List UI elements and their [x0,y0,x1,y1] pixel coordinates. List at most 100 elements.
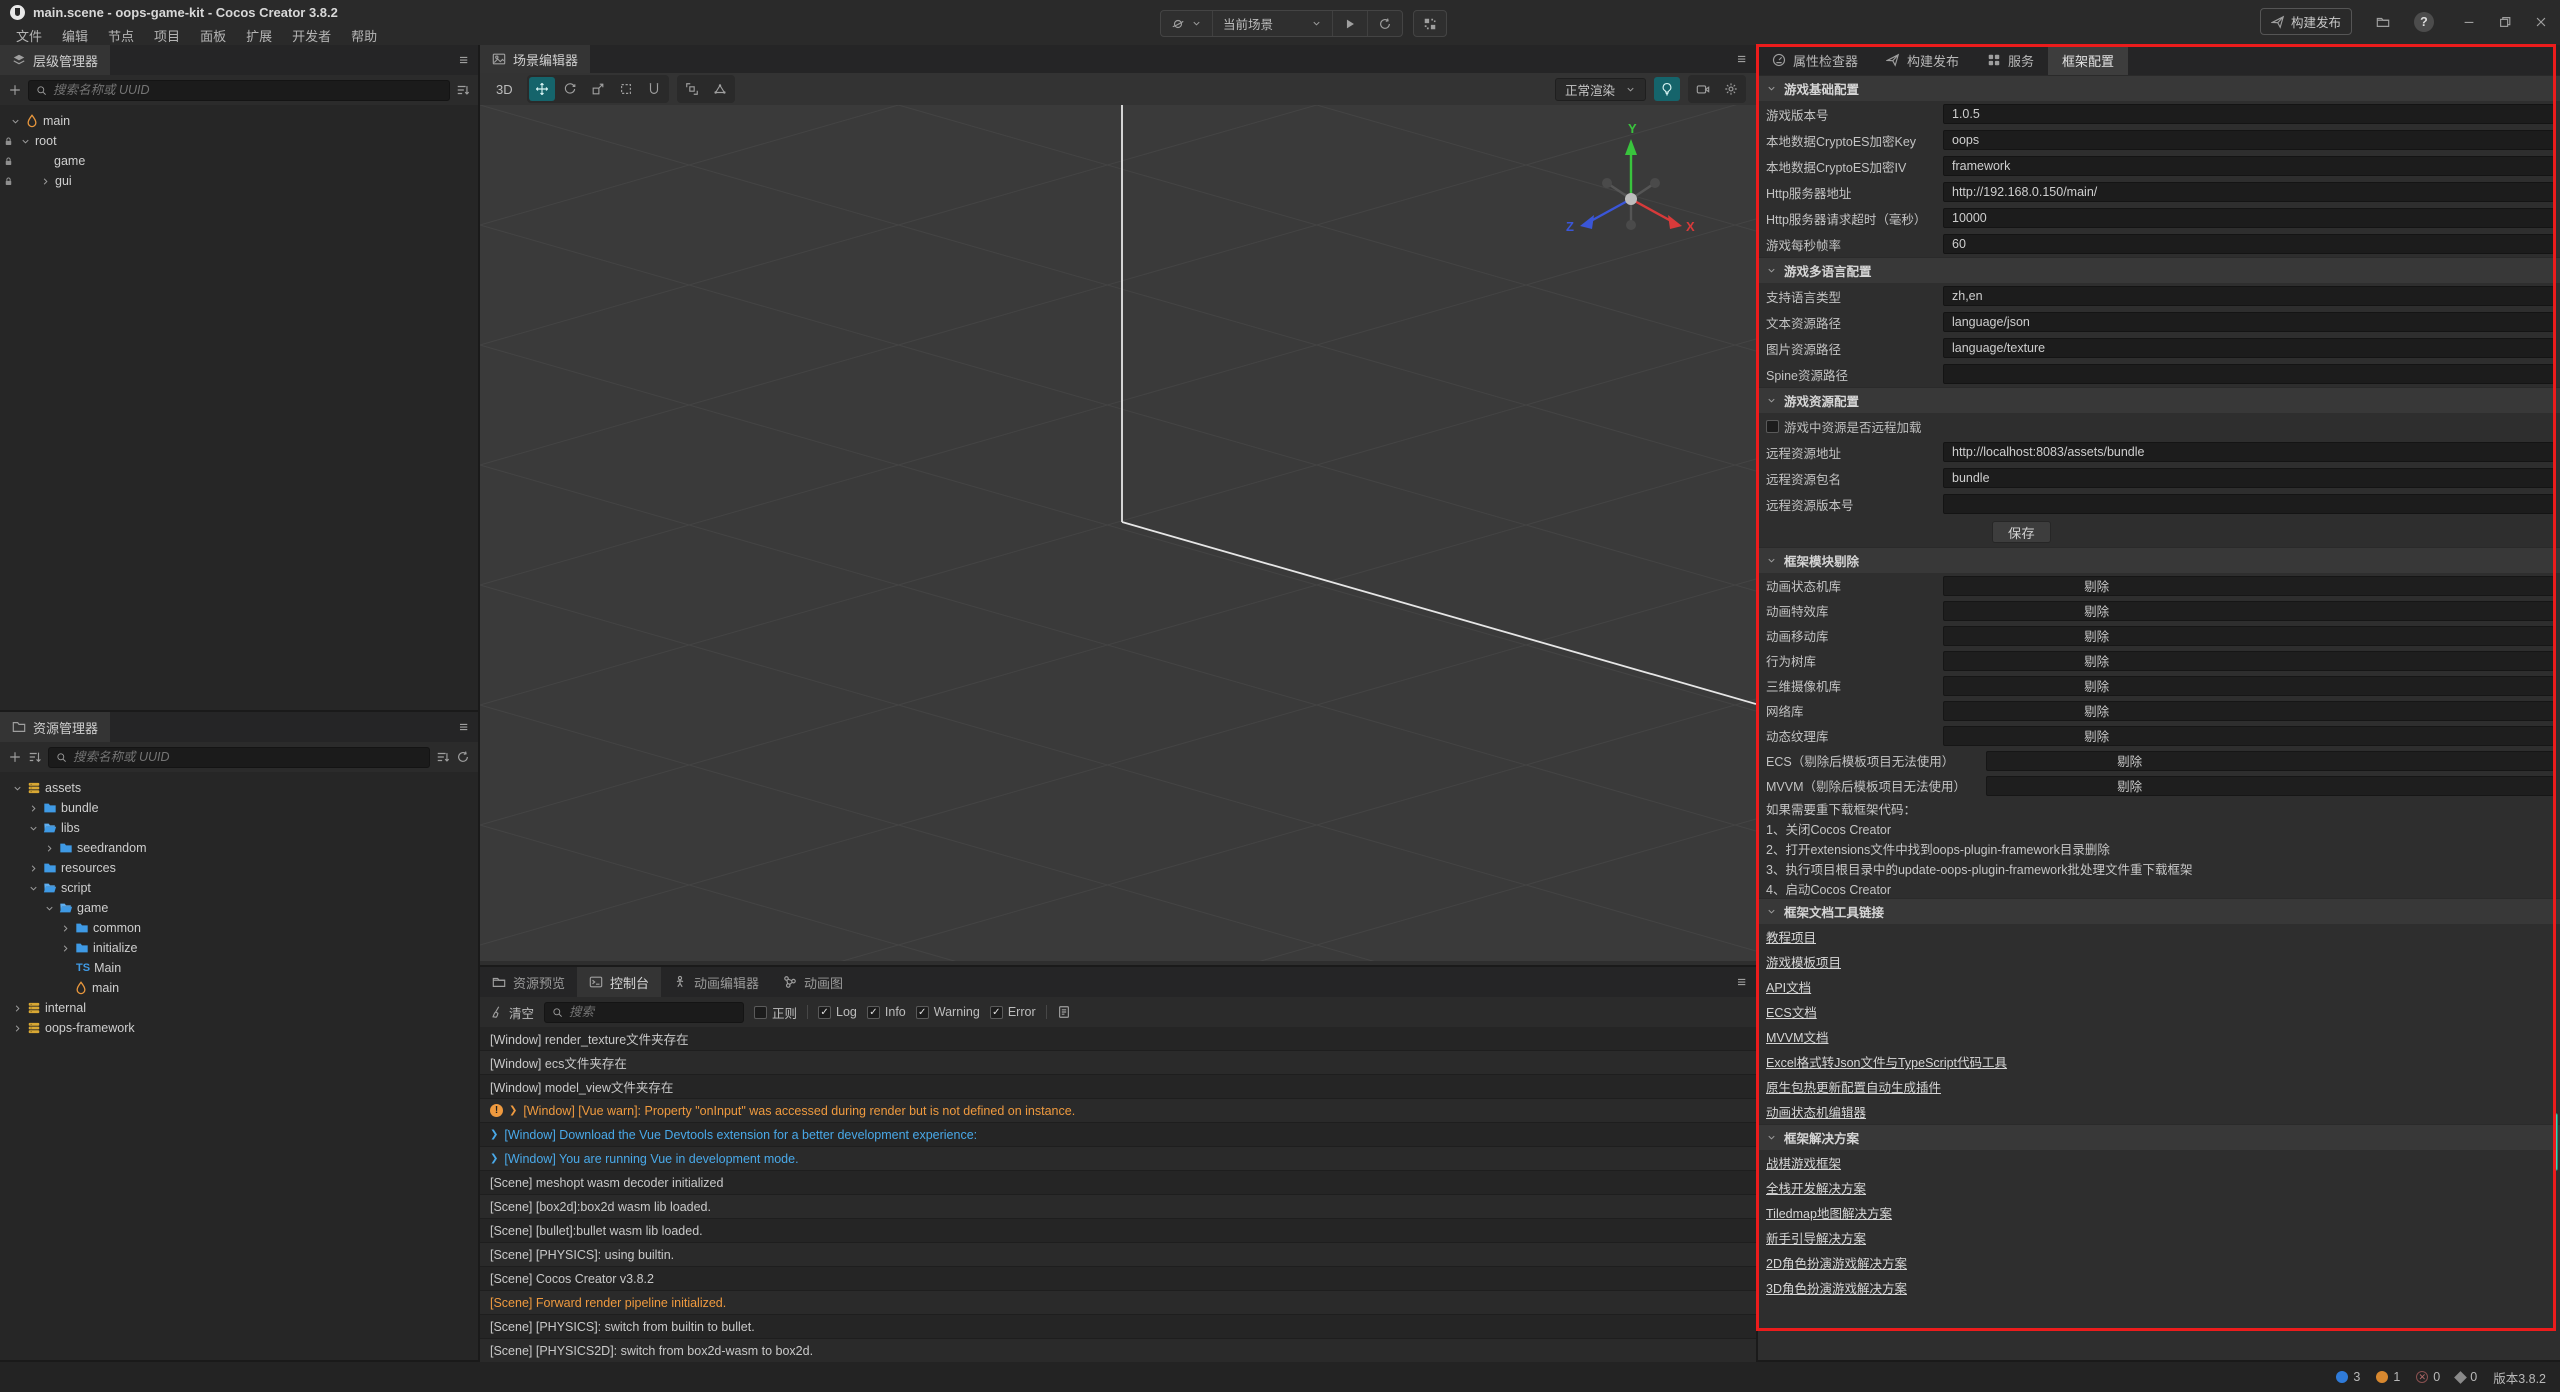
section-i18n-config[interactable]: 游戏多语言配置 [1758,257,2560,283]
tab-build-publish[interactable]: 构建发布 [1872,45,1973,75]
spine-res-path-input[interactable] [1943,364,2554,384]
assets-tab[interactable]: 资源管理器 [0,712,110,742]
asset-node-script[interactable]: script [0,878,478,898]
assets-searchbox[interactable] [48,747,430,768]
menu-edit[interactable]: 编辑 [52,24,98,47]
asset-node-main-scene[interactable]: main [0,978,478,998]
scene-viewport[interactable]: Y X Z [480,105,1756,961]
link-mvvm-docs[interactable]: MVVM文档 [1766,1027,1829,1046]
scene-settings-button[interactable] [1718,77,1744,101]
section-solutions[interactable]: 框架解决方案 [1758,1124,2560,1150]
close-icon[interactable] [2534,15,2548,29]
log-row-info[interactable]: ❯[Window] Download the Vue Devtools exte… [480,1123,1756,1147]
section-resource-config[interactable]: 游戏资源配置 [1758,387,2560,413]
asset-node-libs[interactable]: libs [0,818,478,838]
asset-node-internal[interactable]: internal [0,998,478,1018]
menu-extension[interactable]: 扩展 [236,24,282,47]
menu-project[interactable]: 项目 [144,24,190,47]
log-row[interactable]: [Scene] [PHYSICS]: switch from builtin t… [480,1315,1756,1339]
caret-right-icon[interactable] [44,843,55,854]
link-3d-rpg-solution[interactable]: 3D角色扮演游戏解决方案 [1766,1278,1907,1297]
tab-property-inspector[interactable]: 属性检查器 [1758,45,1872,75]
tree-node-game[interactable]: game [0,151,478,171]
log-row-info[interactable]: ❯[Window] You are running Vue in develop… [480,1147,1756,1171]
link-tutorial-project[interactable]: 教程项目 [1766,927,1816,946]
tree-node-main[interactable]: main [0,111,478,131]
clear-console-button[interactable]: 清空 [490,1003,534,1022]
scene-tab[interactable]: 场景编辑器 [480,45,590,73]
warning-count[interactable]: 1 [2376,1370,2400,1384]
caret-right-icon[interactable] [60,943,71,954]
extra-count[interactable]: 0 [2456,1370,2477,1384]
log-row[interactable]: [Window] ecs文件夹存在 [480,1051,1756,1075]
lighting-toggle-button[interactable] [1654,77,1680,101]
remove-button[interactable]: 剔除 [2084,626,2109,645]
scale-tool-button[interactable] [585,77,611,101]
caret-down-icon[interactable] [28,883,39,894]
restart-button[interactable] [1368,11,1402,36]
section-module-strip[interactable]: 框架模块剔除 [1758,547,2560,573]
restore-icon[interactable] [2498,15,2512,29]
remove-button[interactable]: 剔除 [2084,726,2109,745]
caret-right-icon[interactable] [60,923,71,934]
tab-services[interactable]: 服务 [1973,45,2048,75]
filter-error-checkbox[interactable]: ✓Error [990,1005,1036,1019]
caret-down-icon[interactable] [44,903,55,914]
assets-filter-icon[interactable] [436,750,450,764]
hierarchy-menu-icon[interactable]: ≡ [449,52,478,69]
texture-res-path-input[interactable] [1943,338,2554,358]
text-res-path-input[interactable] [1943,312,2554,332]
snap-tool-button[interactable] [679,77,705,101]
log-row[interactable]: [Scene] Cocos Creator v3.8.2 [480,1267,1756,1291]
help-button[interactable]: ? [2414,12,2434,32]
remove-button[interactable]: 剔除 [2117,751,2142,770]
remote-version-input[interactable] [1943,494,2554,514]
asset-node-oops-framework[interactable]: oops-framework [0,1018,478,1038]
languages-input[interactable] [1943,286,2554,306]
remove-button[interactable]: 剔除 [2117,776,2142,795]
remove-button[interactable]: 剔除 [2084,676,2109,695]
asset-node-bundle[interactable]: bundle [0,798,478,818]
info-count[interactable]: 3 [2336,1370,2360,1384]
remove-button[interactable]: 剔除 [2084,701,2109,720]
rotate-tool-button[interactable] [557,77,583,101]
filter-info-checkbox[interactable]: ✓Info [867,1005,906,1019]
hierarchy-filter-icon[interactable] [456,83,470,97]
asset-node-common[interactable]: common [0,918,478,938]
remote-bundle-input[interactable] [1943,468,2554,488]
log-row[interactable]: [Scene] [PHYSICS]: using builtin. [480,1243,1756,1267]
open-folder-button[interactable] [2366,8,2400,35]
scene-select-dropdown[interactable]: 当前场景 [1213,11,1333,36]
asset-node-initialize[interactable]: initialize [0,938,478,958]
hierarchy-tab[interactable]: 层级管理器 [0,45,110,75]
hierarchy-searchbox[interactable] [28,80,450,101]
console-search-input[interactable] [569,1005,736,1019]
axis-gizmo[interactable]: Y X Z [1556,119,1706,269]
log-row-warning[interactable]: [Scene] Forward render pipeline initiali… [480,1291,1756,1315]
caret-right-icon[interactable] [12,1023,23,1034]
link-excel-tool[interactable]: Excel格式转Json文件与TypeScript代码工具 [1766,1052,2007,1071]
log-row[interactable]: [Scene] [bullet]:bullet wasm lib loaded. [480,1219,1756,1243]
link-template-project[interactable]: 游戏模板项目 [1766,952,1841,971]
asset-node-Main[interactable]: TSMain [0,958,478,978]
mode-3d-toggle[interactable]: 3D [490,80,519,99]
remove-button[interactable]: 剔除 [2084,651,2109,670]
http-timeout-input[interactable] [1943,208,2554,228]
link-guide-solution[interactable]: 新手引导解决方案 [1766,1228,1866,1247]
minimize-icon[interactable] [2462,15,2476,29]
scene-camera-button[interactable] [1690,77,1716,101]
expand-caret-icon[interactable]: ❯ [490,1129,498,1140]
console-menu-icon[interactable]: ≡ [1727,974,1756,991]
section-game-base-config[interactable]: 游戏基础配置 [1758,75,2560,101]
expand-caret-icon[interactable]: ❯ [509,1105,517,1116]
preview-qr-button[interactable] [1413,10,1447,37]
scene-menu-icon[interactable]: ≡ [1727,51,1756,68]
link-tactics-framework[interactable]: 战棋游戏框架 [1766,1153,1841,1172]
http-server-input[interactable] [1943,182,2554,202]
caret-down-icon[interactable] [10,116,21,127]
console-searchbox[interactable] [544,1002,744,1023]
remove-button[interactable]: 剔除 [2084,576,2109,595]
section-doc-links[interactable]: 框架文档工具链接 [1758,898,2560,924]
log-row[interactable]: [Scene] [PHYSICS2D]: switch from box2d-w… [480,1339,1756,1363]
caret-right-icon[interactable] [12,1003,23,1014]
